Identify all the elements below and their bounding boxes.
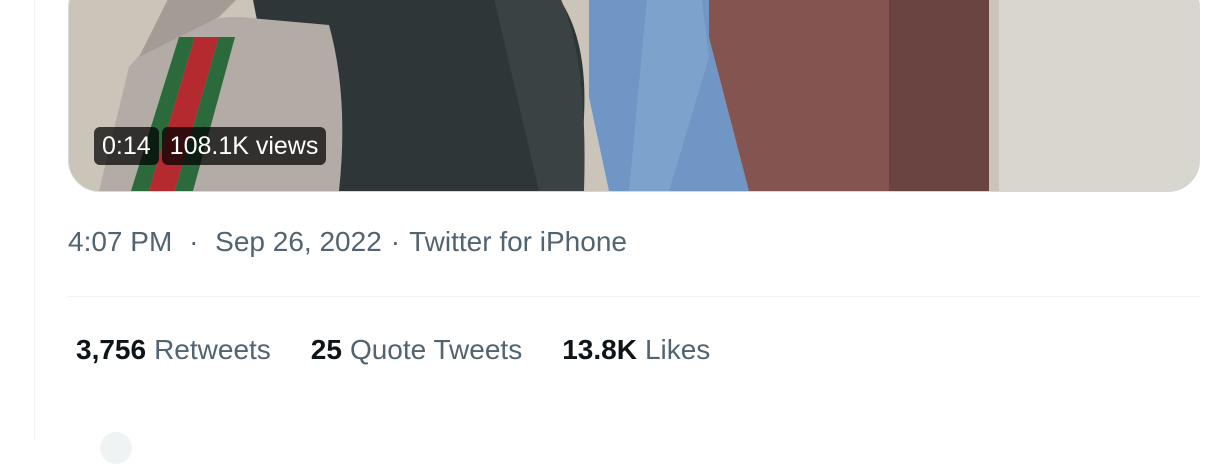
retweets-stat[interactable]: 3,756 Retweets	[76, 334, 271, 366]
tweet-time: 4:07 PM	[68, 226, 173, 257]
tweet-stats: 3,756 Retweets 25 Quote Tweets 13.8K Lik…	[76, 334, 710, 366]
retweets-count: 3,756	[76, 334, 147, 365]
video-view-count: 108.1K views	[161, 127, 327, 165]
video-overlay: 0:14 108.1K views	[94, 127, 327, 165]
video-duration: 0:14	[94, 127, 159, 165]
likes-label: Likes	[644, 334, 711, 365]
quote-tweets-stat[interactable]: 25 Quote Tweets	[311, 334, 522, 366]
separator-dot: ·	[189, 226, 199, 257]
likes-count: 13.8K	[562, 334, 637, 365]
avatar[interactable]	[100, 432, 132, 464]
divider	[68, 296, 1200, 297]
quote-tweets-label: Quote Tweets	[349, 334, 523, 365]
separator-dot: ·	[390, 226, 401, 257]
tweet-metadata: 4:07 PM · Sep 26, 2022 · Twitter for iPh…	[68, 226, 627, 258]
retweets-label: Retweets	[154, 334, 271, 365]
likes-stat[interactable]: 13.8K Likes	[562, 334, 710, 366]
timeline-column-border	[34, 0, 35, 440]
quote-tweets-count: 25	[310, 334, 342, 365]
tweet-source-link[interactable]: Twitter for iPhone	[409, 226, 627, 258]
video-player[interactable]: 0:14 108.1K views	[68, 0, 1200, 192]
tweet-timestamp-link[interactable]: 4:07 PM · Sep 26, 2022	[68, 226, 382, 258]
tweet-date: Sep 26, 2022	[215, 226, 382, 257]
